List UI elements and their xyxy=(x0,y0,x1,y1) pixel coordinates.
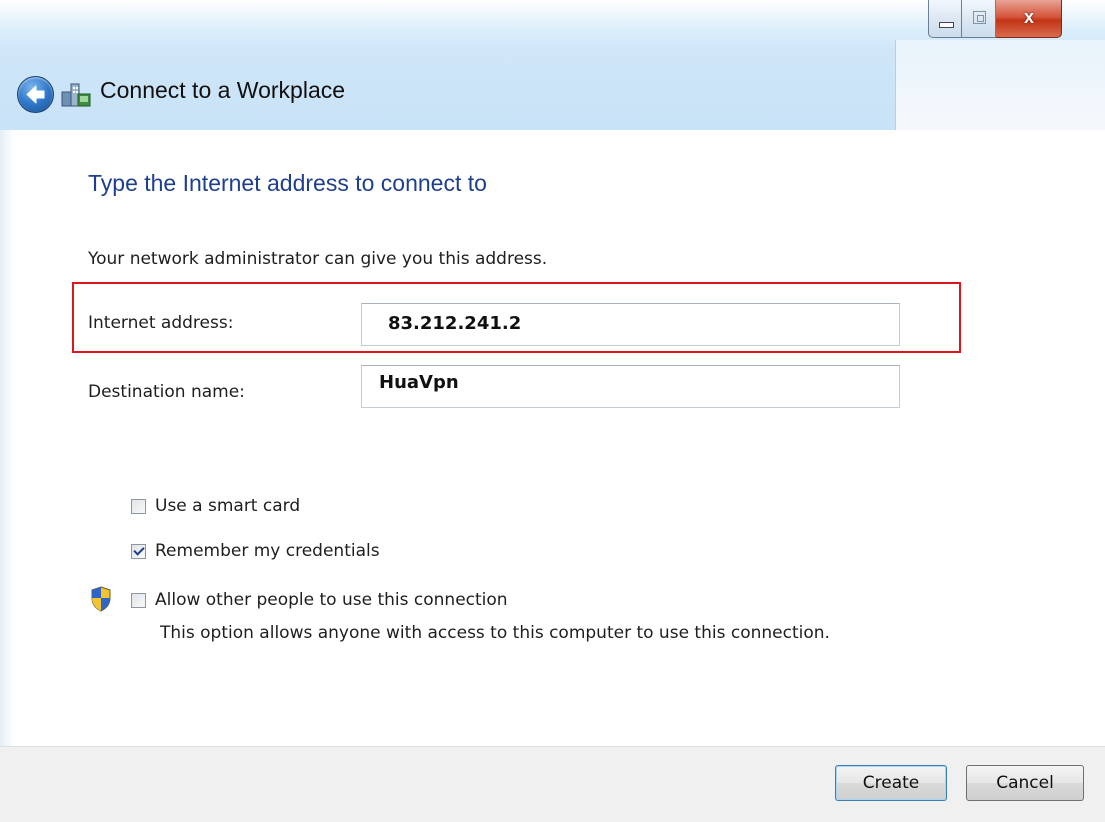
header-glass-panel xyxy=(895,40,1105,130)
destination-name-label: Destination name: xyxy=(88,382,245,402)
destination-name-input[interactable]: HuaVpn xyxy=(361,365,900,408)
page-description: Your network administrator can give you … xyxy=(88,249,548,269)
back-button[interactable] xyxy=(17,76,54,113)
remember-credentials-label: Remember my credentials xyxy=(155,541,380,561)
allow-others-label: Allow other people to use this connectio… xyxy=(155,590,508,610)
maximize-button[interactable] xyxy=(962,0,996,38)
window-controls: x xyxy=(928,0,1062,40)
minimize-icon xyxy=(939,22,954,28)
internet-address-input[interactable]: 83.212.241.2 xyxy=(361,303,900,346)
back-arrow-icon xyxy=(26,85,45,104)
window-title: Connect to a Workplace xyxy=(100,77,346,103)
smart-card-label: Use a smart card xyxy=(155,496,301,516)
close-button[interactable]: x xyxy=(996,0,1062,38)
remember-credentials-checkbox[interactable] xyxy=(131,543,146,559)
uac-shield-icon xyxy=(91,586,111,612)
allow-others-checkbox[interactable] xyxy=(131,592,146,608)
network-workplace-icon xyxy=(61,83,91,107)
minimize-button[interactable] xyxy=(928,0,962,38)
close-icon: x xyxy=(1023,7,1034,27)
allow-others-option[interactable]: Allow other people to use this connectio… xyxy=(131,590,508,610)
internet-address-label: Internet address: xyxy=(88,313,234,333)
window-left-edge xyxy=(0,130,14,750)
cancel-button[interactable]: Cancel xyxy=(966,765,1084,801)
page-heading: Type the Internet address to connect to xyxy=(88,170,487,196)
smart-card-option[interactable]: Use a smart card xyxy=(131,496,300,516)
remember-credentials-option[interactable]: Remember my credentials xyxy=(131,541,380,561)
allow-others-note: This option allows anyone with access to… xyxy=(160,623,830,643)
create-button[interactable]: Create xyxy=(835,765,947,801)
maximize-icon xyxy=(973,11,986,24)
smart-card-checkbox[interactable] xyxy=(131,498,146,514)
